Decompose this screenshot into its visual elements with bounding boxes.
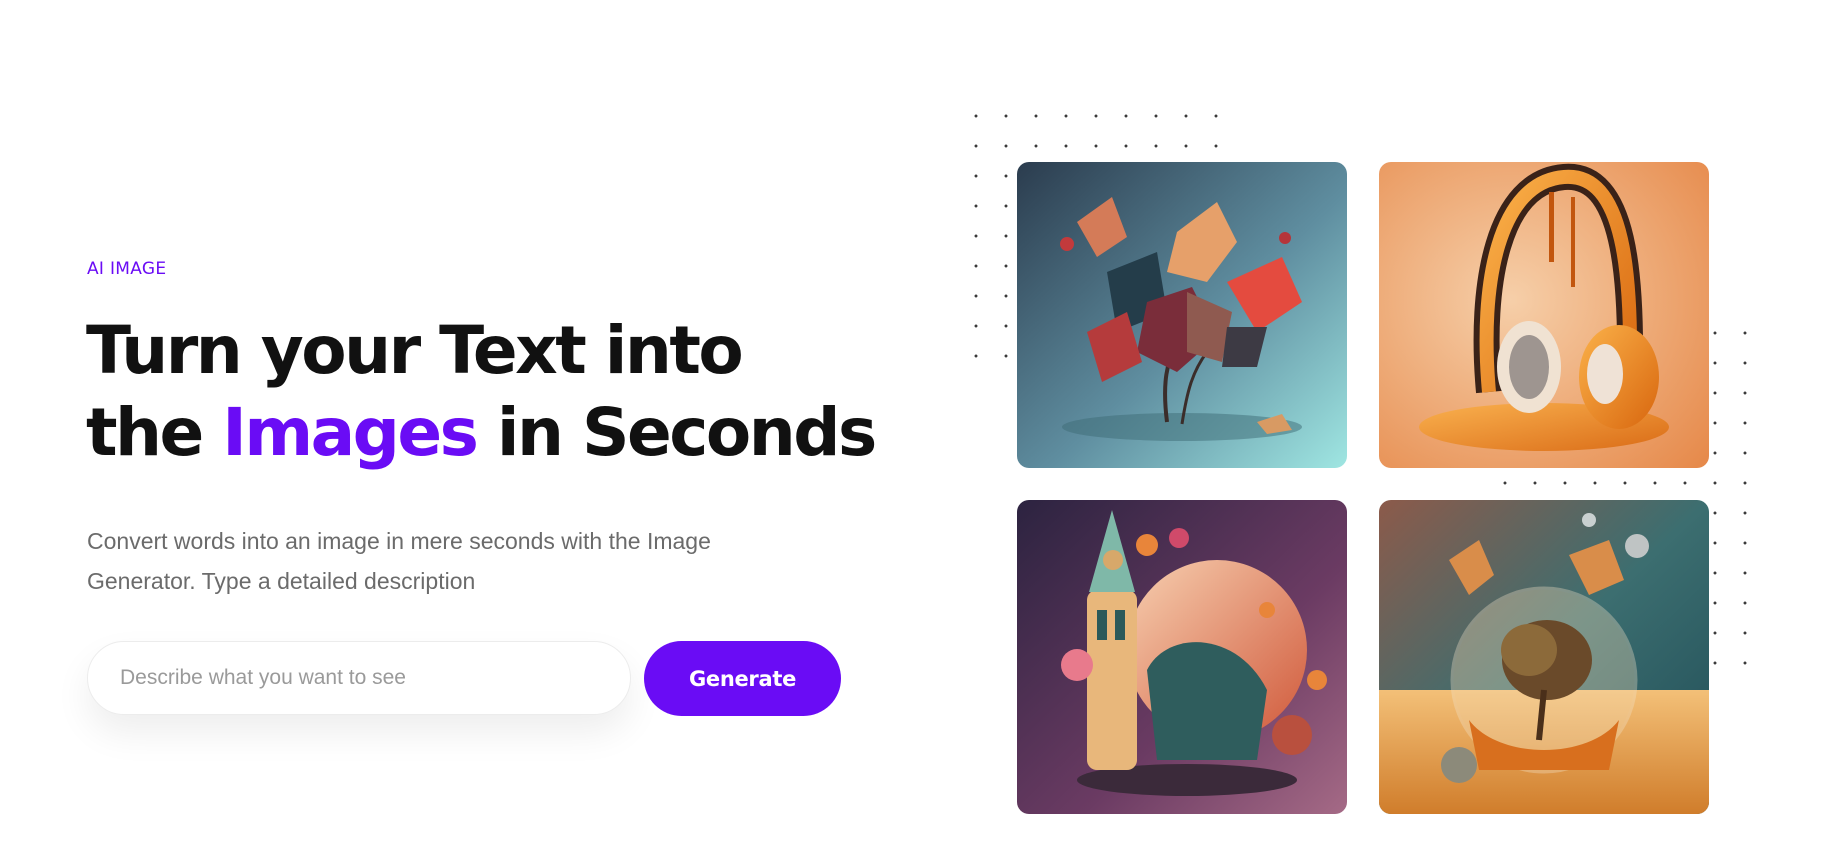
dot-grid-decoration [1700, 318, 1760, 678]
headline-line-2-end: in Seconds [476, 394, 877, 471]
dot-grid-decoration [961, 101, 1231, 161]
fantasy-castle-image [1017, 500, 1347, 814]
dot-grid-decoration [961, 161, 1021, 371]
hero-section: AI IMAGE Turn your Text into the Images … [0, 0, 1827, 865]
hero-subtitle: Convert words into an image in mere seco… [87, 528, 711, 594]
eyebrow-label: AI IMAGE [87, 259, 167, 279]
headline-accent-word: Images [222, 394, 479, 471]
gallery-image-desert-globe [1379, 500, 1709, 814]
melting-headphones-image [1379, 162, 1709, 468]
desert-globe-image [1379, 500, 1709, 814]
gallery-image-fantasy-castle [1017, 500, 1347, 814]
gallery-image-melting-headphones [1379, 162, 1709, 468]
autumn-leaves-image [1017, 162, 1347, 468]
generate-button[interactable]: Generate [644, 641, 841, 716]
dot-grid-decoration [1490, 468, 1700, 498]
headline-line-1: Turn your Text into [86, 312, 744, 389]
headline-line-2-start: the [86, 394, 223, 471]
page-title: Turn your Text into the Images in Second… [86, 310, 877, 474]
prompt-input[interactable] [87, 641, 631, 715]
gallery-image-autumn-leaves [1017, 162, 1347, 468]
